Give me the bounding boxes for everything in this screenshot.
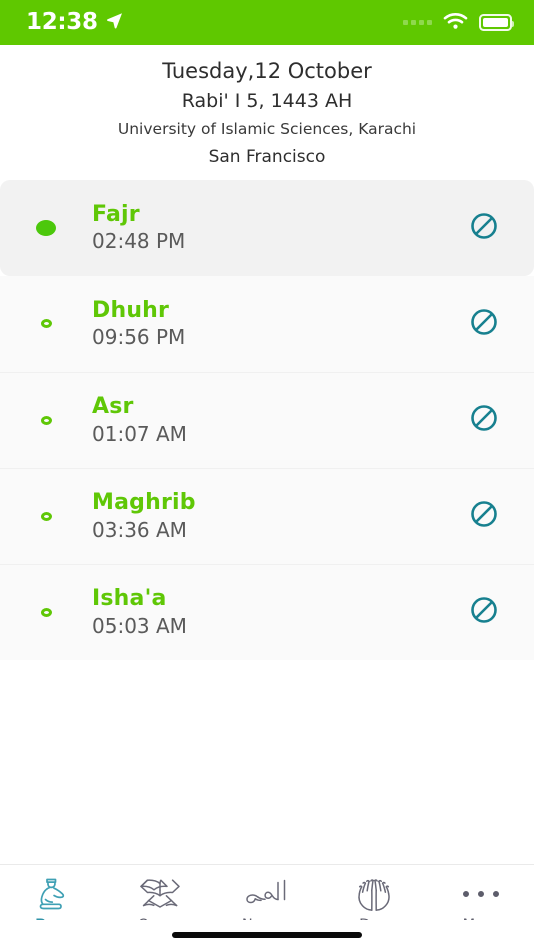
mute-off-icon[interactable] — [469, 307, 499, 341]
hollow-dot-icon — [40, 511, 52, 521]
prayer-time: 02:48 PM — [92, 229, 186, 254]
signal-dots-icon — [403, 20, 432, 25]
prayer-indicator-cell — [0, 319, 92, 328]
open-book-icon — [137, 872, 183, 916]
allah-calligraphy-icon — [243, 872, 291, 916]
prayer-info: Fajr 02:48 PM — [92, 202, 434, 253]
mute-off-icon[interactable] — [469, 403, 499, 437]
app-screen: 12:38 Tuesday,12 October Rabi' I 5, 1443… — [0, 0, 534, 950]
prayer-indicator-cell — [0, 219, 92, 236]
prayer-row-fajr[interactable]: Fajr 02:48 PM — [0, 179, 534, 276]
prayer-time: 01:07 AM — [92, 421, 187, 446]
status-bar: 12:38 — [0, 0, 534, 45]
city-name: San Francisco — [208, 146, 326, 167]
mute-off-icon[interactable] — [469, 211, 499, 245]
prayer-info: Dhuhr 09:56 PM — [92, 298, 434, 349]
prayer-info: Maghrib 03:36 AM — [92, 490, 434, 541]
prayer-row-asr[interactable]: Asr 01:07 AM — [0, 371, 534, 468]
gregorian-date: Tuesday,12 October — [162, 59, 372, 83]
home-indicator[interactable] — [172, 932, 362, 938]
prayer-name: Fajr — [92, 201, 140, 227]
prayer-alert-cell[interactable] — [434, 595, 534, 629]
content-spacer — [0, 659, 534, 864]
prayer-alert-cell[interactable] — [434, 403, 534, 437]
mute-off-icon[interactable] — [469, 595, 499, 629]
battery-full-icon — [479, 14, 514, 31]
prayer-time: 09:56 PM — [92, 325, 186, 350]
prayer-time: 05:03 AM — [92, 613, 187, 638]
three-dots-icon — [462, 872, 499, 916]
hijri-date: Rabi' I 5, 1443 AH — [181, 90, 353, 112]
prayer-info: Asr 01:07 AM — [92, 394, 434, 445]
status-bar-left: 12:38 — [26, 11, 123, 34]
prayer-name: Maghrib — [92, 490, 196, 516]
prayer-info: Isha'a 05:03 AM — [92, 586, 434, 637]
hollow-dot-icon — [40, 319, 52, 328]
prayer-row-ishaa[interactable]: Isha'a 05:03 AM — [0, 563, 534, 660]
status-bar-time: 12:38 — [26, 9, 98, 35]
hollow-dot-icon — [40, 415, 52, 425]
prayer-row-dhuhr[interactable]: Dhuhr 09:56 PM — [0, 275, 534, 372]
calculation-method: University of Islamic Sciences, Karachi — [117, 120, 417, 138]
prayer-name: Dhuhr — [92, 297, 170, 323]
location-arrow-icon — [106, 12, 123, 33]
hollow-dot-icon — [40, 607, 52, 617]
prayer-indicator-cell — [0, 607, 92, 617]
prayer-alert-cell[interactable] — [434, 307, 534, 341]
prayer-indicator-cell — [0, 415, 92, 425]
date-header: Tuesday,12 October Rabi' I 5, 1443 AH Un… — [0, 45, 534, 180]
filled-dot-icon — [36, 219, 56, 236]
prayer-alert-cell[interactable] — [434, 211, 534, 245]
praying-person-icon — [34, 872, 72, 916]
open-hands-icon — [352, 872, 396, 916]
prayer-indicator-cell — [0, 511, 92, 521]
prayer-time: 03:36 AM — [92, 517, 187, 542]
prayer-times-list: Fajr 02:48 PM Dhuhr 09:56 PM Asr 01:07 A… — [0, 179, 534, 660]
wifi-icon — [443, 12, 468, 34]
mute-off-icon[interactable] — [469, 499, 499, 533]
prayer-row-maghrib[interactable]: Maghrib 03:36 AM — [0, 467, 534, 564]
home-indicator-area — [0, 920, 534, 950]
status-bar-right — [403, 12, 514, 34]
prayer-name: Isha'a — [92, 586, 167, 612]
prayer-alert-cell[interactable] — [434, 499, 534, 533]
prayer-name: Asr — [92, 394, 134, 420]
